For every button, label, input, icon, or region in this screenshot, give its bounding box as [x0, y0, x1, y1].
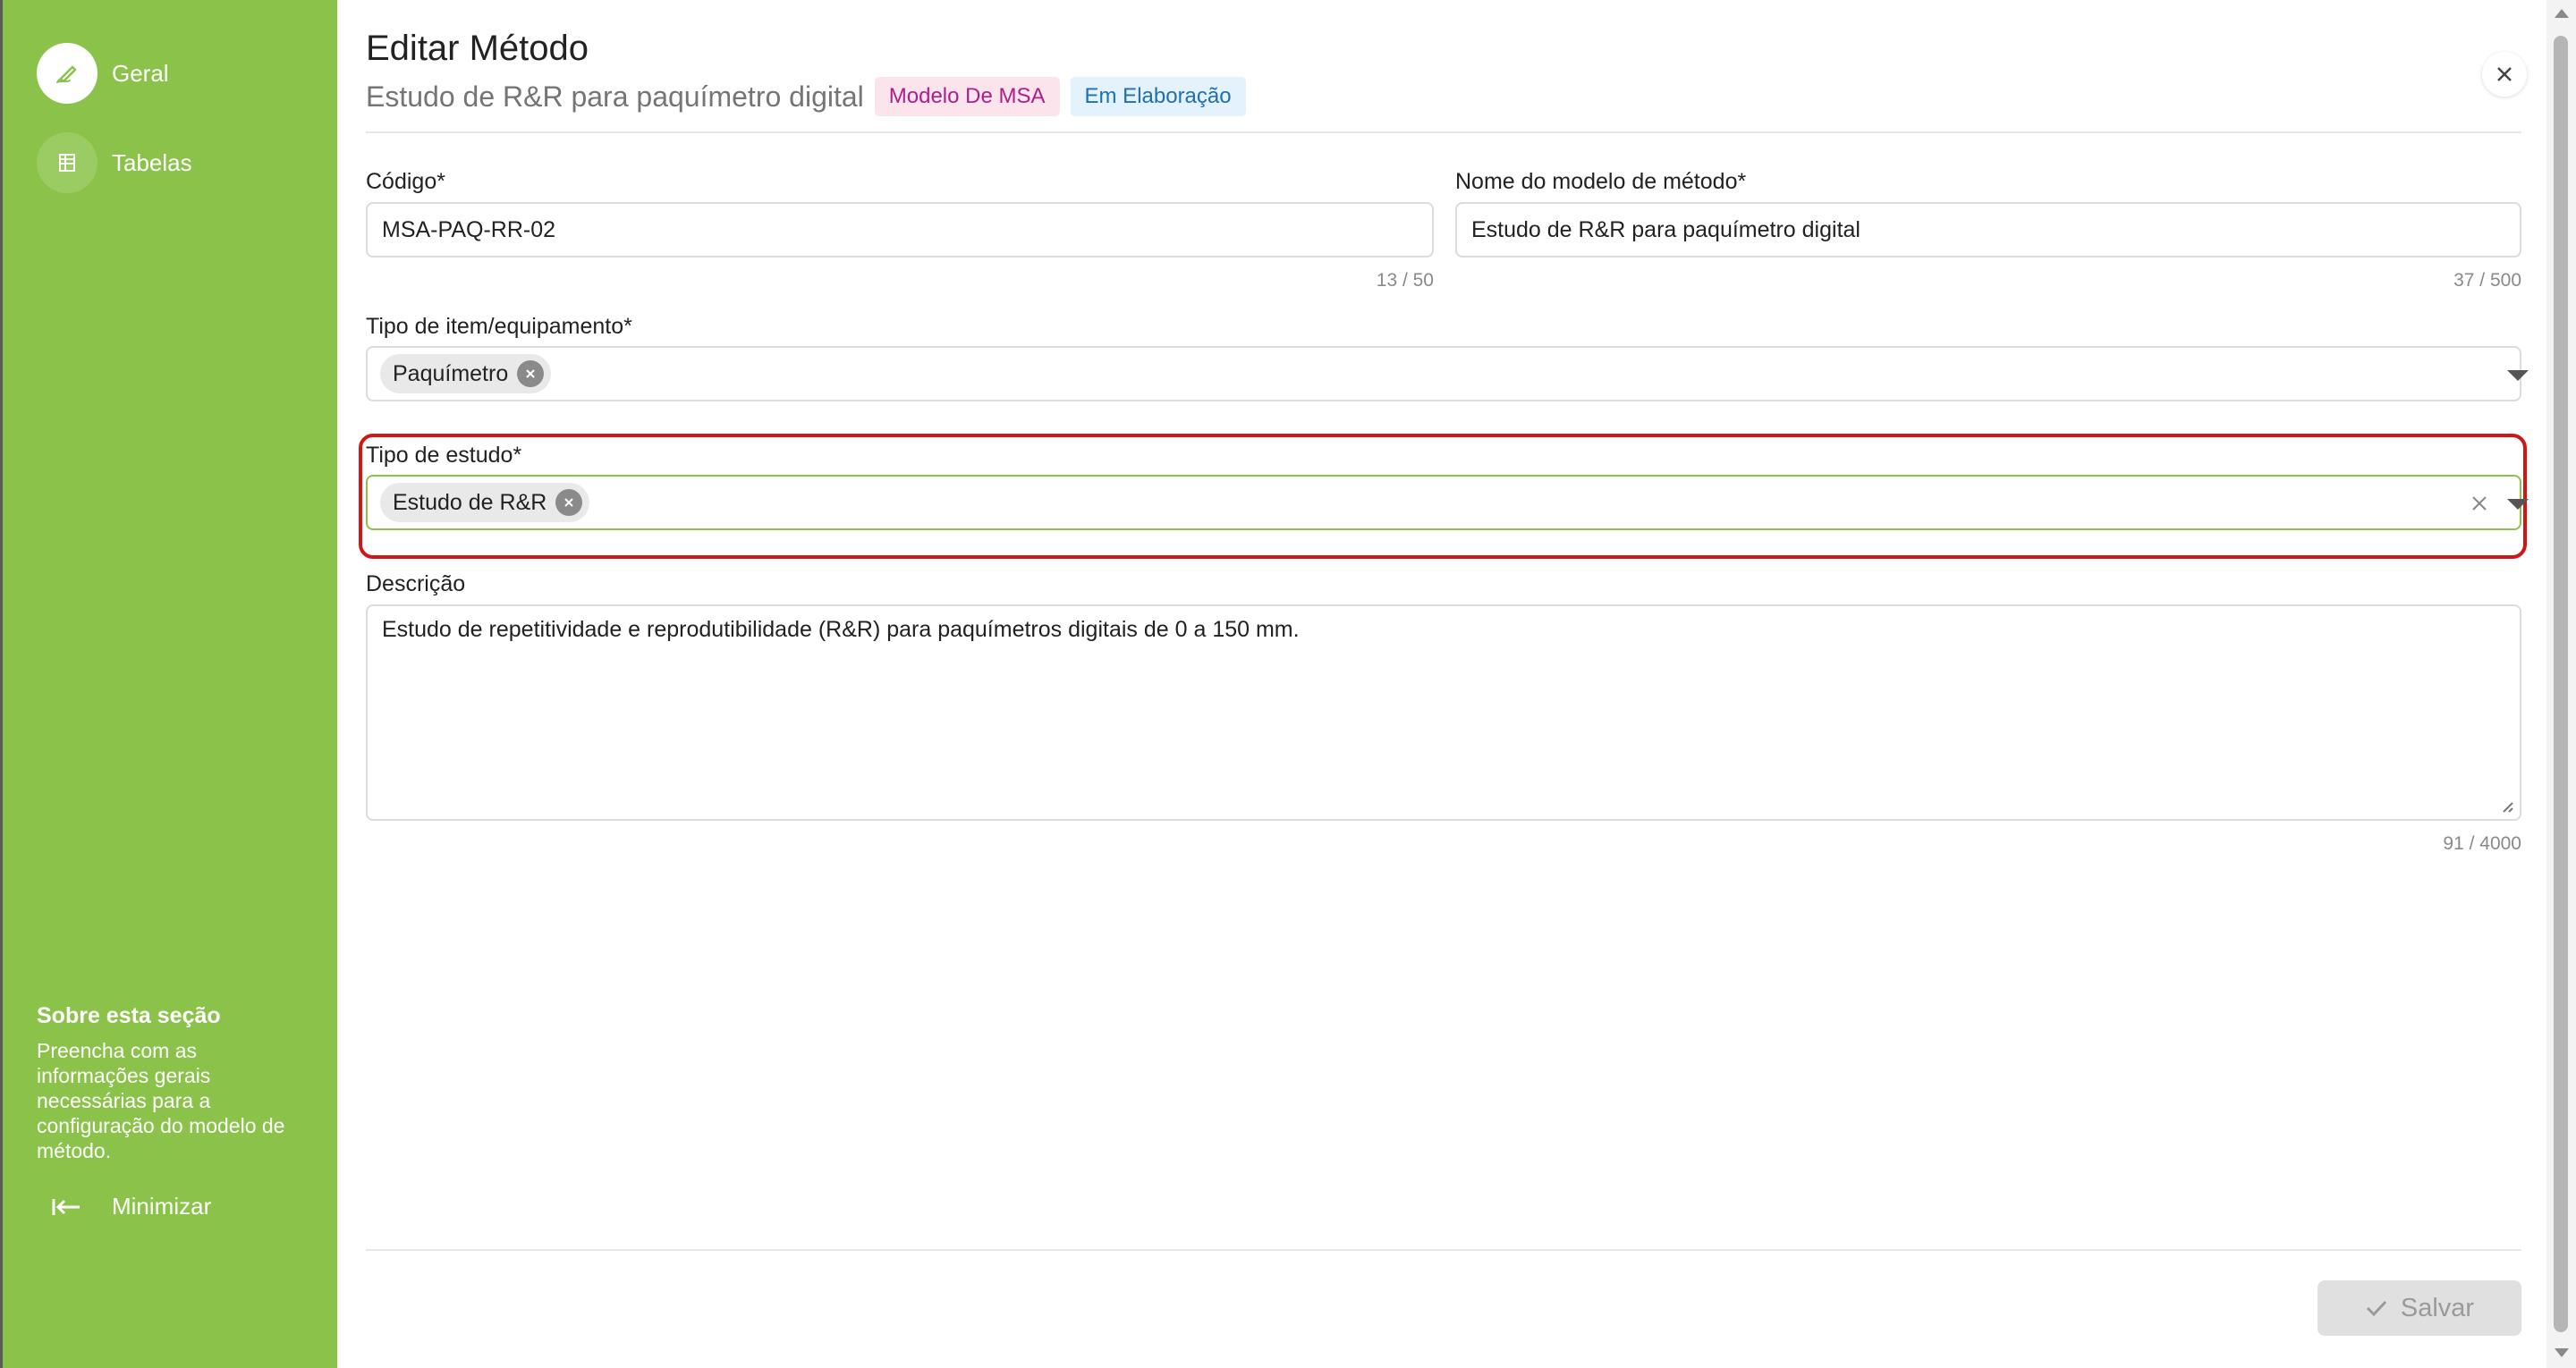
resize-handle-icon[interactable]	[2498, 798, 2514, 814]
chip-remove-icon[interactable]	[517, 360, 545, 387]
tipo-estudo-label: Tipo de estudo*	[366, 443, 522, 468]
nome-counter: 37 / 500	[2453, 270, 2521, 291]
sidebar-item-label: Geral	[112, 59, 169, 87]
main-panel: Editar Método Estudo de R&R para paquíme…	[337, 0, 2546, 1368]
tipo-estudo-select[interactable]: Estudo de R&R	[366, 475, 2529, 530]
method-subtitle: Estudo de R&R para paquímetro digital	[366, 80, 864, 113]
scrollbar[interactable]	[2546, 0, 2576, 1368]
descricao-textarea[interactable]: Estudo de repetitividade e reprodutibili…	[366, 604, 2521, 821]
minimize-button[interactable]: Minimizar	[51, 1193, 211, 1220]
save-label: Salvar	[2400, 1293, 2475, 1322]
collapse-left-icon	[52, 1198, 80, 1215]
check-icon	[2366, 1300, 2386, 1317]
clear-icon[interactable]	[2470, 494, 2489, 513]
descricao-value: Estudo de repetitividade e reprodutibili…	[382, 617, 1300, 642]
codigo-input[interactable]: MSA-PAQ-RR-02	[366, 202, 1434, 258]
about-title: Sobre esta seção	[37, 1003, 221, 1028]
footer-divider	[366, 1249, 2521, 1251]
sidebar-item-geral[interactable]: Geral	[37, 43, 169, 104]
header-divider	[366, 131, 2521, 133]
about-section: Sobre esta seção Preencha com as informa…	[37, 1003, 305, 1163]
close-icon	[2497, 67, 2512, 81]
subtitle-row: Estudo de R&R para paquímetro digital Mo…	[366, 77, 1246, 116]
chevron-down-icon[interactable]	[2507, 499, 2529, 510]
descricao-label: Descrição	[366, 571, 466, 596]
sidebar-item-tabelas[interactable]: Tabelas	[37, 132, 192, 193]
nome-input[interactable]: Estudo de R&R para paquímetro digital	[1455, 202, 2521, 258]
tipo-item-label: Tipo de item/equipamento*	[366, 314, 632, 339]
save-button[interactable]: Salvar	[2318, 1280, 2521, 1336]
chip-label: Estudo de R&R	[393, 489, 547, 515]
table-icon	[37, 132, 97, 193]
chip-remove-icon[interactable]	[555, 489, 583, 516]
page-title: Editar Método	[366, 29, 589, 68]
codigo-counter: 13 / 50	[1376, 270, 1434, 291]
sidebar: Geral Tabelas Sobre esta seção Preencha …	[3, 0, 337, 1368]
tipo-item-select[interactable]: Paquímetro	[366, 346, 2529, 401]
tipo-item-chip: Paquímetro	[380, 354, 552, 393]
scroll-thumb[interactable]	[2554, 36, 2568, 1332]
descricao-counter: 91 / 4000	[2443, 833, 2521, 854]
nome-label: Nome do modelo de método*	[1455, 169, 1747, 194]
chevron-down-icon[interactable]	[2507, 370, 2529, 381]
chip-label: Paquímetro	[393, 360, 509, 386]
scroll-up-icon[interactable]	[2555, 9, 2569, 18]
about-text: Preencha com as informações gerais neces…	[37, 1039, 285, 1162]
sidebar-item-label: Tabelas	[112, 148, 192, 176]
minimize-label: Minimizar	[112, 1193, 212, 1220]
scroll-down-icon[interactable]	[2555, 1348, 2569, 1357]
codigo-label: Código*	[366, 169, 445, 194]
close-button[interactable]	[2482, 52, 2527, 97]
status-badge: Em Elaboração	[1070, 77, 1246, 116]
tipo-estudo-chip: Estudo de R&R	[380, 483, 590, 522]
pencil-icon	[37, 43, 97, 104]
model-type-badge: Modelo De MSA	[874, 77, 1060, 116]
